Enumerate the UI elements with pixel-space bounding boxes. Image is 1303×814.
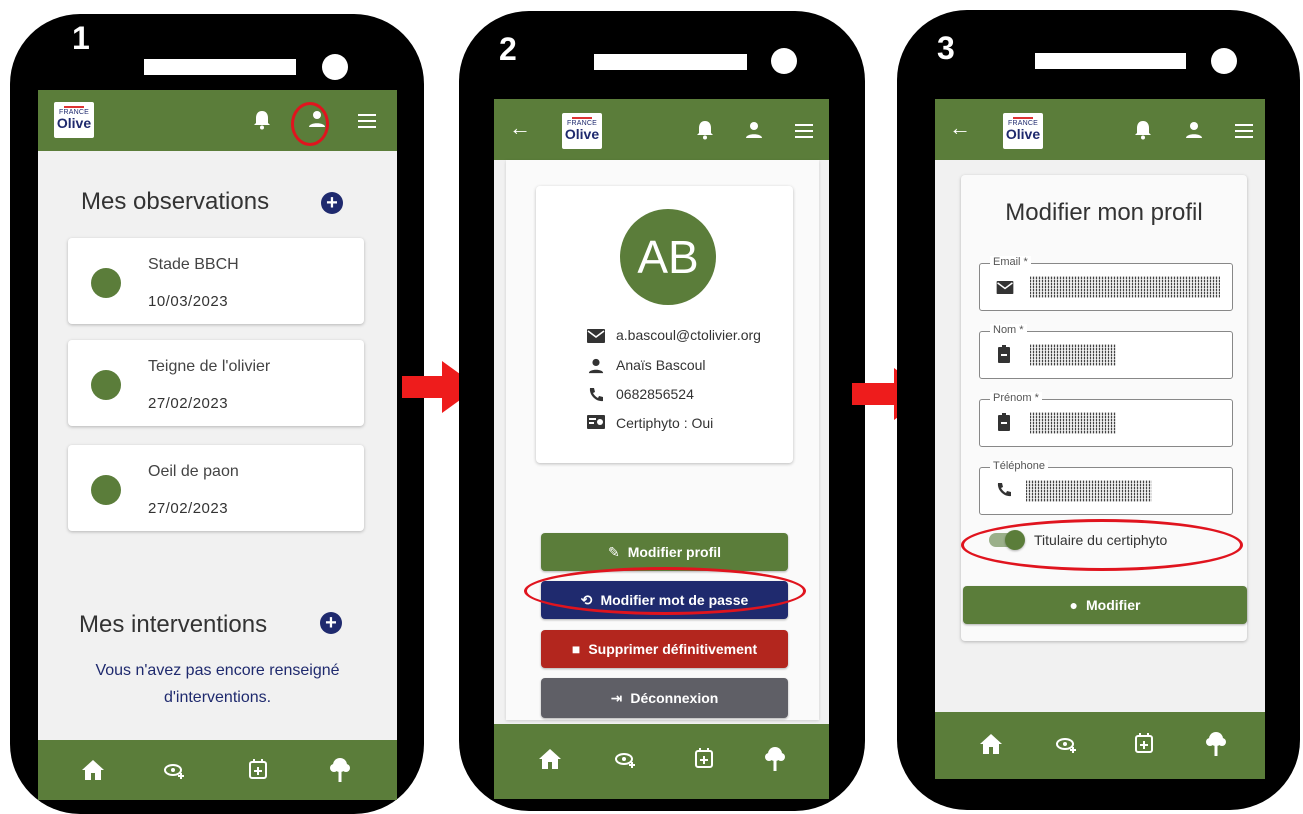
- badge-icon: [998, 345, 1010, 363]
- bottom-nav: [494, 724, 829, 799]
- prenom-field[interactable]: Prénom *: [979, 392, 1233, 447]
- interventions-title: Mes interventions: [79, 611, 268, 638]
- bell-icon[interactable]: [253, 110, 271, 130]
- bell-icon[interactable]: [1134, 120, 1152, 140]
- screen-profile: ← FRANCE Olive AB a.bascoul@ctolivier.or…: [494, 99, 829, 799]
- home-icon[interactable]: [539, 749, 561, 769]
- profile-email: a.bascoul@ctolivier.org: [616, 327, 761, 343]
- screen-home: FRANCE Olive Mes observations + Stade BB…: [38, 90, 397, 800]
- user-icon: ●: [1069, 597, 1078, 613]
- phone-icon: [997, 483, 1011, 497]
- screen-edit-profile: ← FRANCE Olive Modifier mon profil Email…: [935, 99, 1265, 779]
- telephone-field[interactable]: Téléphone: [979, 460, 1233, 515]
- app-header: ← FRANCE Olive: [935, 99, 1265, 160]
- avatar: AB: [620, 209, 716, 305]
- observation-title: Stade BBCH: [148, 256, 239, 273]
- person-icon: [588, 358, 604, 374]
- observations-title: Mes observations: [81, 188, 270, 215]
- observation-date: 27/02/2023: [148, 395, 229, 412]
- france-olive-logo[interactable]: FRANCE Olive: [1003, 113, 1043, 149]
- email-icon: [996, 281, 1014, 294]
- phone-icon: [589, 388, 603, 402]
- profile-card: AB a.bascoul@ctolivier.org Anaïs Bascoul…: [536, 186, 793, 463]
- observation-icon: [91, 475, 121, 505]
- calendar-add-icon[interactable]: [249, 759, 267, 779]
- observation-title: Teigne de l'olivier: [148, 358, 271, 375]
- badge-icon: [998, 413, 1010, 431]
- phone-camera: [322, 54, 348, 80]
- bottom-nav: [38, 740, 397, 800]
- user-icon[interactable]: [1185, 121, 1203, 139]
- observation-card[interactable]: Oeil de paon 27/02/2023: [68, 445, 364, 531]
- edit-user-icon: ✎: [607, 544, 620, 560]
- observe-icon[interactable]: [1056, 736, 1078, 754]
- observe-icon[interactable]: [615, 751, 637, 769]
- observe-icon[interactable]: [164, 762, 186, 780]
- edit-profile-button[interactable]: ✎ Modifier profil: [541, 533, 788, 571]
- profile-name: Anaïs Bascoul: [616, 357, 706, 373]
- highlight-certiphyto-toggle: [961, 519, 1243, 571]
- olive-tree-icon[interactable]: [764, 746, 786, 772]
- delete-account-button[interactable]: ■ Supprimer définitivement: [541, 630, 788, 668]
- logout-icon: ⇥: [610, 690, 623, 706]
- profile-certiphyto: Certiphyto : Oui: [616, 415, 714, 431]
- logout-button[interactable]: ⇥ Déconnexion: [541, 678, 788, 718]
- step-number: 1: [72, 20, 90, 56]
- profile-phone: 0682856524: [616, 386, 694, 402]
- phone-speaker: [1035, 53, 1186, 69]
- redacted-value: [1026, 480, 1152, 502]
- observation-title: Oeil de paon: [148, 463, 239, 480]
- back-arrow-icon[interactable]: ←: [509, 115, 531, 141]
- email-field[interactable]: Email *: [979, 256, 1233, 311]
- highlight-change-password: [524, 567, 806, 615]
- home-icon[interactable]: [82, 760, 104, 780]
- observation-date: 10/03/2023: [148, 293, 229, 310]
- observation-date: 27/02/2023: [148, 500, 229, 517]
- user-icon[interactable]: [745, 121, 763, 139]
- phone-speaker: [144, 59, 296, 75]
- certificate-icon: [587, 415, 605, 429]
- phone-camera: [771, 48, 797, 74]
- observation-card[interactable]: Teigne de l'olivier 27/02/2023: [68, 340, 364, 426]
- step-number: 2: [499, 31, 517, 67]
- home-icon[interactable]: [980, 734, 1002, 754]
- app-header: ← FRANCE Olive: [494, 99, 829, 160]
- add-observation-button[interactable]: +: [321, 192, 343, 214]
- menu-icon[interactable]: [795, 124, 813, 138]
- calendar-add-icon[interactable]: [695, 748, 713, 768]
- olive-tree-icon[interactable]: [329, 757, 351, 783]
- phone-speaker: [594, 54, 747, 70]
- phone-3: 3 ← FRANCE Olive Modifier mon profil Ema…: [897, 10, 1300, 810]
- empty-interventions-text: Vous n'avez pas encore renseigné d'inter…: [95, 662, 340, 706]
- modifier-button[interactable]: ● Modifier: [963, 586, 1247, 624]
- redacted-value: [1030, 412, 1116, 434]
- calendar-add-icon[interactable]: [1135, 733, 1153, 753]
- highlight-user-icon: [291, 102, 329, 146]
- menu-icon[interactable]: [358, 114, 376, 128]
- observation-icon: [91, 268, 121, 298]
- phone-camera: [1211, 48, 1237, 74]
- redacted-value: [1030, 276, 1220, 298]
- observation-card[interactable]: Stade BBCH 10/03/2023: [68, 238, 364, 324]
- phone-1: 1 FRANCE Olive Mes observations + Stade …: [10, 14, 424, 814]
- app-header: FRANCE Olive: [38, 90, 397, 151]
- olive-tree-icon[interactable]: [1205, 731, 1227, 757]
- observation-icon: [91, 370, 121, 400]
- redacted-value: [1030, 344, 1116, 366]
- back-arrow-icon[interactable]: ←: [949, 115, 971, 141]
- menu-icon[interactable]: [1235, 124, 1253, 138]
- trash-icon: ■: [571, 641, 581, 657]
- nom-field[interactable]: Nom *: [979, 324, 1233, 379]
- bottom-nav: [935, 712, 1265, 779]
- add-intervention-button[interactable]: +: [320, 612, 342, 634]
- france-olive-logo[interactable]: FRANCE Olive: [54, 102, 94, 138]
- bell-icon[interactable]: [696, 120, 714, 140]
- edit-profile-title: Modifier mon profil: [1005, 199, 1203, 226]
- email-icon: [587, 329, 605, 343]
- phone-2: 2 ← FRANCE Olive AB a.bascoul@ctolivier.…: [459, 11, 865, 811]
- france-olive-logo[interactable]: FRANCE Olive: [562, 113, 602, 149]
- step-number: 3: [937, 30, 955, 66]
